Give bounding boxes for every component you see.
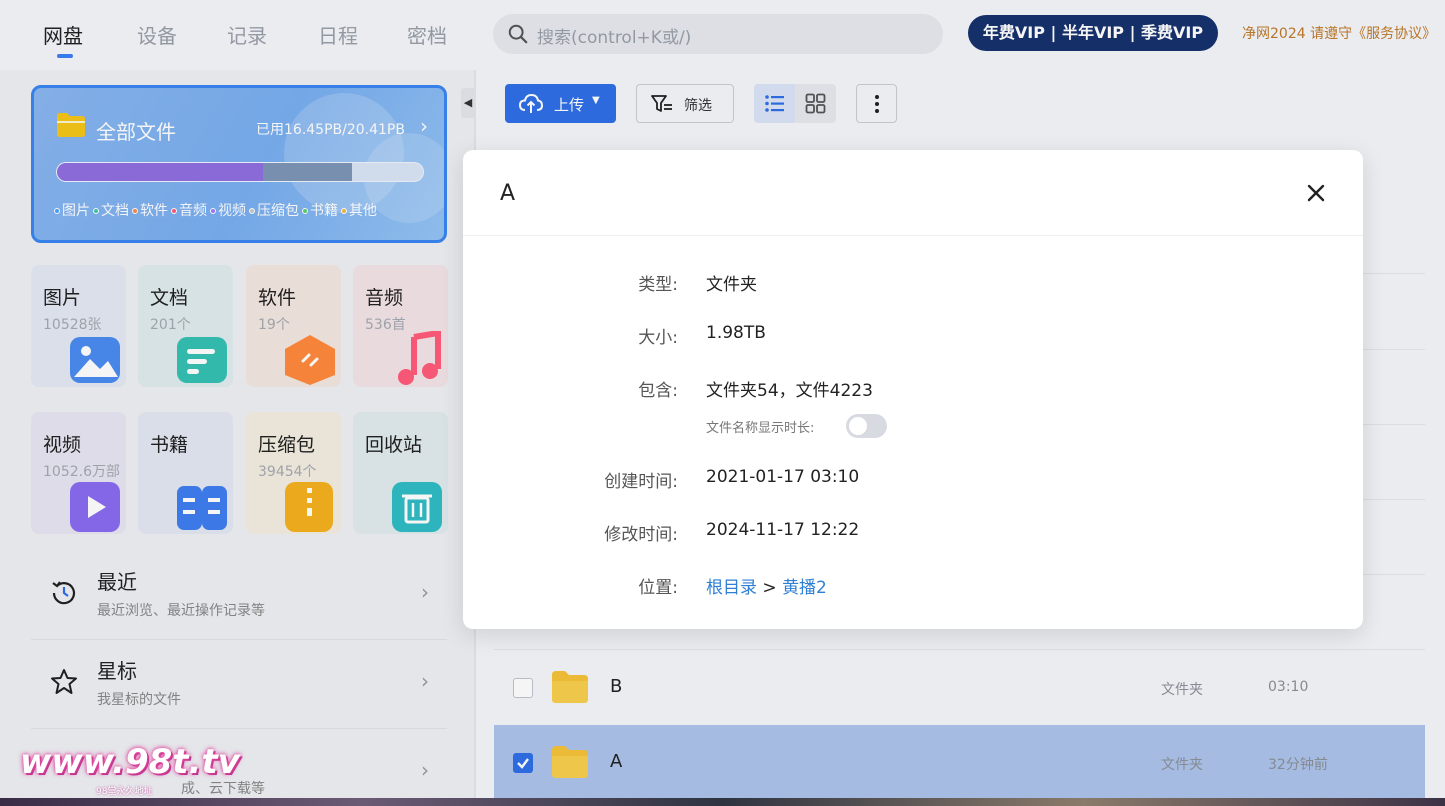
toggle-knob [849, 417, 867, 435]
name-duration-label: 文件名称显示时长: [706, 421, 815, 436]
type-label: 类型: [638, 275, 678, 295]
dialog-title: A [500, 181, 516, 206]
close-icon[interactable] [1303, 180, 1329, 206]
created-value: 2021-01-17 03:10 [706, 467, 860, 487]
dialog-header-divider [463, 235, 1363, 236]
location-label: 位置: [638, 578, 678, 598]
location-folder-link[interactable]: 黄播2 [782, 578, 827, 598]
watermark-subtext: 98堂永久地址 [96, 787, 153, 797]
contains-label: 包含: [638, 381, 678, 401]
modified-label: 修改时间: [604, 525, 678, 545]
size-label: 大小: [638, 328, 678, 348]
modified-value: 2024-11-17 12:22 [706, 520, 860, 540]
type-value: 文件夹 [706, 275, 757, 295]
watermark-text: www.98t.tv [20, 742, 240, 782]
created-label: 创建时间: [604, 472, 678, 492]
location-path: 根目录 > 黄播2 [706, 573, 827, 598]
contains-value: 文件夹54，文件4223 [706, 381, 873, 401]
path-separator: > [762, 578, 777, 598]
file-properties-dialog: A 类型: 文件夹 大小: 1.98TB 包含: 文件夹54，文件4223 文件… [463, 150, 1363, 629]
name-duration-toggle[interactable] [846, 414, 887, 438]
size-value: 1.98TB [706, 323, 766, 343]
background-strip [0, 798, 1445, 806]
location-root-link[interactable]: 根目录 [706, 578, 757, 598]
